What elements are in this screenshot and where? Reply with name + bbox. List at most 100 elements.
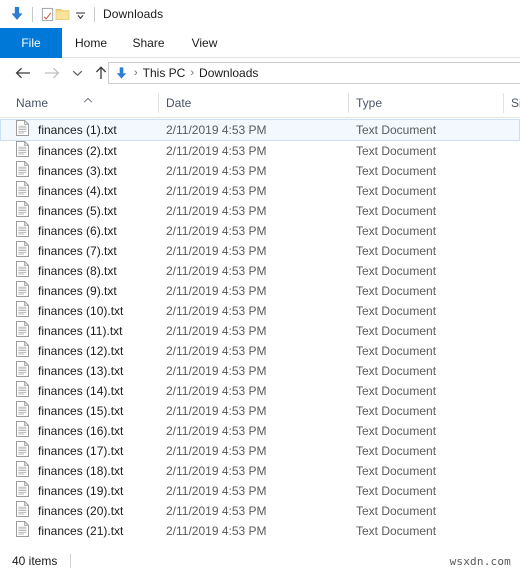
recent-locations-chevron-down-icon[interactable] [66,60,88,86]
file-row[interactable]: finances (8).txt 2/11/2019 4:53 PM Text Do… [0,260,520,282]
file-type-label: Text Document [356,324,437,338]
tab-file[interactable]: File [0,28,62,58]
tab-share[interactable]: Share [120,28,177,58]
file-name-label: finances (11).txt [38,324,123,338]
file-type-label: Text Document [356,364,437,378]
customize-quick-access-chevron-down-icon[interactable] [70,8,87,21]
file-name-cell[interactable]: finances (5).txt [16,200,117,222]
text-document-icon [16,500,29,522]
file-name-label: finances (10).txt [38,304,124,318]
file-explorer-window: Downloads File Home Share View › This PC… [0,0,520,573]
file-type-label: Text Document [356,244,437,258]
text-document-icon [16,140,29,162]
file-name-cell[interactable]: finances (3).txt [16,160,117,182]
column-divider-type-size[interactable] [503,93,504,113]
file-name-cell[interactable]: finances (15).txt [16,400,124,422]
breadcrumb-separator-2[interactable]: › [190,67,194,79]
file-name-cell[interactable]: finances (18).txt [16,460,123,482]
text-document-icon [16,440,29,462]
file-date-label: 2/11/2019 4:53 PM [166,464,267,478]
column-divider-name-date[interactable] [158,93,159,113]
file-row[interactable]: finances (10).txt 2/11/2019 4:53 PM Text D… [0,300,520,322]
file-row[interactable]: finances (13).txt 2/11/2019 4:53 PM Text D… [0,360,520,382]
file-name-cell[interactable]: finances (14).txt [16,380,123,402]
file-name-label: finances (1).txt [38,123,117,137]
file-date-label: 2/11/2019 4:53 PM [166,284,267,298]
file-date-label: 2/11/2019 4:53 PM [166,404,267,418]
file-row[interactable]: finances (4).txt 2/11/2019 4:53 PM Text Do… [0,180,520,202]
column-header-size[interactable]: Si [511,88,520,117]
file-row[interactable]: finances (18).txt 2/11/2019 4:53 PM Text D… [0,460,520,482]
forward-button[interactable] [38,60,66,86]
toolbar-divider-1 [32,6,33,22]
address-bar[interactable]: › This PC › Downloads [108,62,520,84]
file-name-cell[interactable]: finances (12).txt [16,340,123,362]
item-count-label: 40 items [12,553,58,568]
breadcrumb-this-pc[interactable]: This PC [143,66,186,80]
file-row[interactable]: finances (14).txt 2/11/2019 4:53 PM Text D… [0,380,520,402]
file-name-label: finances (13).txt [38,364,124,378]
file-date-label: 2/11/2019 4:53 PM [166,344,267,358]
column-divider-date-type[interactable] [348,93,349,113]
back-button[interactable] [8,60,38,86]
file-row[interactable]: finances (1).txt 2/11/2019 4:53 PM Text Do… [0,119,520,141]
breadcrumb-downloads[interactable]: Downloads [199,66,258,80]
file-name-cell[interactable]: finances (9).txt [16,280,117,302]
file-name-cell[interactable]: finances (19).txt [16,480,123,502]
text-document-icon [16,460,29,482]
file-name-cell[interactable]: finances (7).txt [16,240,117,262]
column-header-type[interactable]: Type [356,88,501,117]
file-name-cell[interactable]: finances (8).txt [16,260,117,282]
text-document-icon [16,340,29,362]
file-row[interactable]: finances (21).txt 2/11/2019 4:53 PM Text D… [0,520,520,542]
file-name-cell[interactable]: finances (13).txt [16,360,124,382]
file-name-cell[interactable]: finances (6).txt [16,220,117,242]
file-type-label: Text Document [356,204,437,218]
file-row[interactable]: finances (7).txt 2/11/2019 4:53 PM Text Do… [0,240,520,262]
download-arrow-icon [9,6,25,22]
file-name-label: finances (6).txt [38,224,117,238]
file-row[interactable]: finances (20).txt 2/11/2019 4:53 PM Text D… [0,500,520,522]
file-name-label: finances (15).txt [38,404,124,418]
file-row[interactable]: finances (9).txt 2/11/2019 4:53 PM Text Do… [0,280,520,302]
file-name-cell[interactable]: finances (20).txt [16,500,123,522]
file-row[interactable]: finances (17).txt 2/11/2019 4:53 PM Text D… [0,440,520,462]
file-name-cell[interactable]: finances (2).txt [16,140,117,162]
file-name-label: finances (8).txt [38,264,117,278]
text-document-icon [16,380,29,402]
file-row[interactable]: finances (19).txt 2/11/2019 4:53 PM Text D… [0,480,520,502]
file-type-label: Text Document [356,524,437,538]
file-type-label: Text Document [356,284,437,298]
properties-document-icon[interactable] [40,7,55,22]
column-header-date[interactable]: Date [166,88,346,117]
column-header-row: Name Date Type Si [0,88,520,118]
file-name-cell[interactable]: finances (17).txt [16,440,123,462]
file-name-cell[interactable]: finances (1).txt [16,119,117,141]
file-row[interactable]: finances (6).txt 2/11/2019 4:53 PM Text Do… [0,220,520,242]
tab-home[interactable]: Home [62,28,120,58]
text-document-icon [16,280,29,302]
file-list[interactable]: finances (1).txt 2/11/2019 4:53 PM Text Do… [0,119,520,548]
file-row[interactable]: finances (11).txt 2/11/2019 4:53 PM Text D… [0,320,520,342]
file-date-label: 2/11/2019 4:53 PM [166,424,267,438]
file-name-cell[interactable]: finances (10).txt [16,300,124,322]
file-name-cell[interactable]: finances (16).txt [16,420,123,442]
file-row[interactable]: finances (12).txt 2/11/2019 4:53 PM Text D… [0,340,520,362]
file-name-cell[interactable]: finances (4).txt [16,180,117,202]
file-date-label: 2/11/2019 4:53 PM [166,224,267,238]
tab-view[interactable]: View [177,28,232,58]
file-row[interactable]: finances (3).txt 2/11/2019 4:53 PM Text Do… [0,160,520,182]
file-row[interactable]: finances (16).txt 2/11/2019 4:53 PM Text D… [0,420,520,442]
file-name-cell[interactable]: finances (21).txt [16,520,123,542]
text-document-icon [16,220,29,242]
file-row[interactable]: finances (15).txt 2/11/2019 4:53 PM Text D… [0,400,520,422]
file-row[interactable]: finances (5).txt 2/11/2019 4:53 PM Text Do… [0,200,520,222]
file-name-cell[interactable]: finances (11).txt [16,320,123,342]
file-row[interactable]: finances (2).txt 2/11/2019 4:53 PM Text Do… [0,140,520,162]
file-type-label: Text Document [356,304,437,318]
breadcrumb-separator-1[interactable]: › [134,67,138,79]
text-document-icon [16,300,29,322]
title-bar: Downloads [0,0,520,28]
watermark: wsxdn.com [449,555,511,568]
new-folder-icon[interactable] [55,7,70,21]
